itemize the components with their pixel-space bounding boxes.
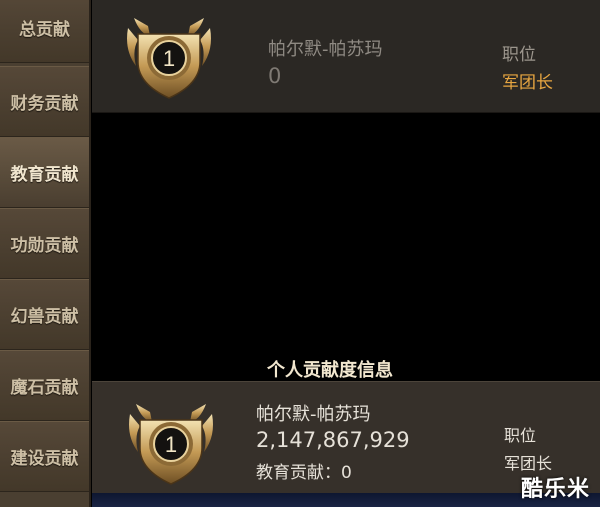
personal-info-title: 个人贡献度信息 bbox=[267, 360, 393, 381]
sidebar-item-education[interactable]: 教育贡献 bbox=[0, 137, 89, 208]
watermark: 酷乐米 bbox=[520, 477, 590, 502]
rank-number: 1 bbox=[163, 46, 175, 71]
player-power: 2,147,867,929 bbox=[256, 428, 410, 452]
sidebar-item-total[interactable]: 总贡献 bbox=[0, 0, 89, 63]
sidebar-item-construction[interactable]: 建设贡献 bbox=[0, 421, 89, 492]
sidebar-item-label: 教育贡献 bbox=[10, 165, 79, 185]
rank-number: 1 bbox=[165, 432, 177, 457]
rank-badge-icon: 1 bbox=[127, 18, 211, 99]
sidebar-item-label: 总贡献 bbox=[19, 20, 70, 40]
education-contribution: 教育贡献：0 bbox=[256, 463, 352, 483]
sidebar-item-label: 建设贡献 bbox=[10, 449, 79, 469]
sidebar-item-label: 功勋贡献 bbox=[10, 236, 79, 256]
sidebar-item-beast[interactable]: 幻兽贡献 bbox=[0, 279, 89, 350]
player-name: 帕尔默-帕苏玛 bbox=[268, 39, 383, 60]
rank-badge-icon: 1 bbox=[129, 404, 213, 485]
position-value: 军团长 bbox=[502, 73, 553, 93]
ranking-card-top: 1 帕尔默-帕苏玛 0 职位 军团长 bbox=[92, 0, 600, 113]
sidebar-item-finance[interactable]: 财务贡献 bbox=[0, 66, 89, 137]
player-name: 帕尔默-帕苏玛 bbox=[256, 404, 371, 425]
sidebar-item-label: 幻兽贡献 bbox=[10, 307, 79, 327]
sidebar-item-label: 财务贡献 bbox=[10, 94, 79, 114]
sidebar-item-merit[interactable]: 功勋贡献 bbox=[0, 208, 89, 279]
position-label: 职位 bbox=[502, 45, 536, 65]
contribution-value: 0 bbox=[268, 64, 282, 88]
category-sidebar: 总贡献 财务贡献 教育贡献 功勋贡献 幻兽贡献 魔石贡献 建设贡献 bbox=[0, 0, 91, 507]
position-label: 职位 bbox=[504, 426, 537, 445]
